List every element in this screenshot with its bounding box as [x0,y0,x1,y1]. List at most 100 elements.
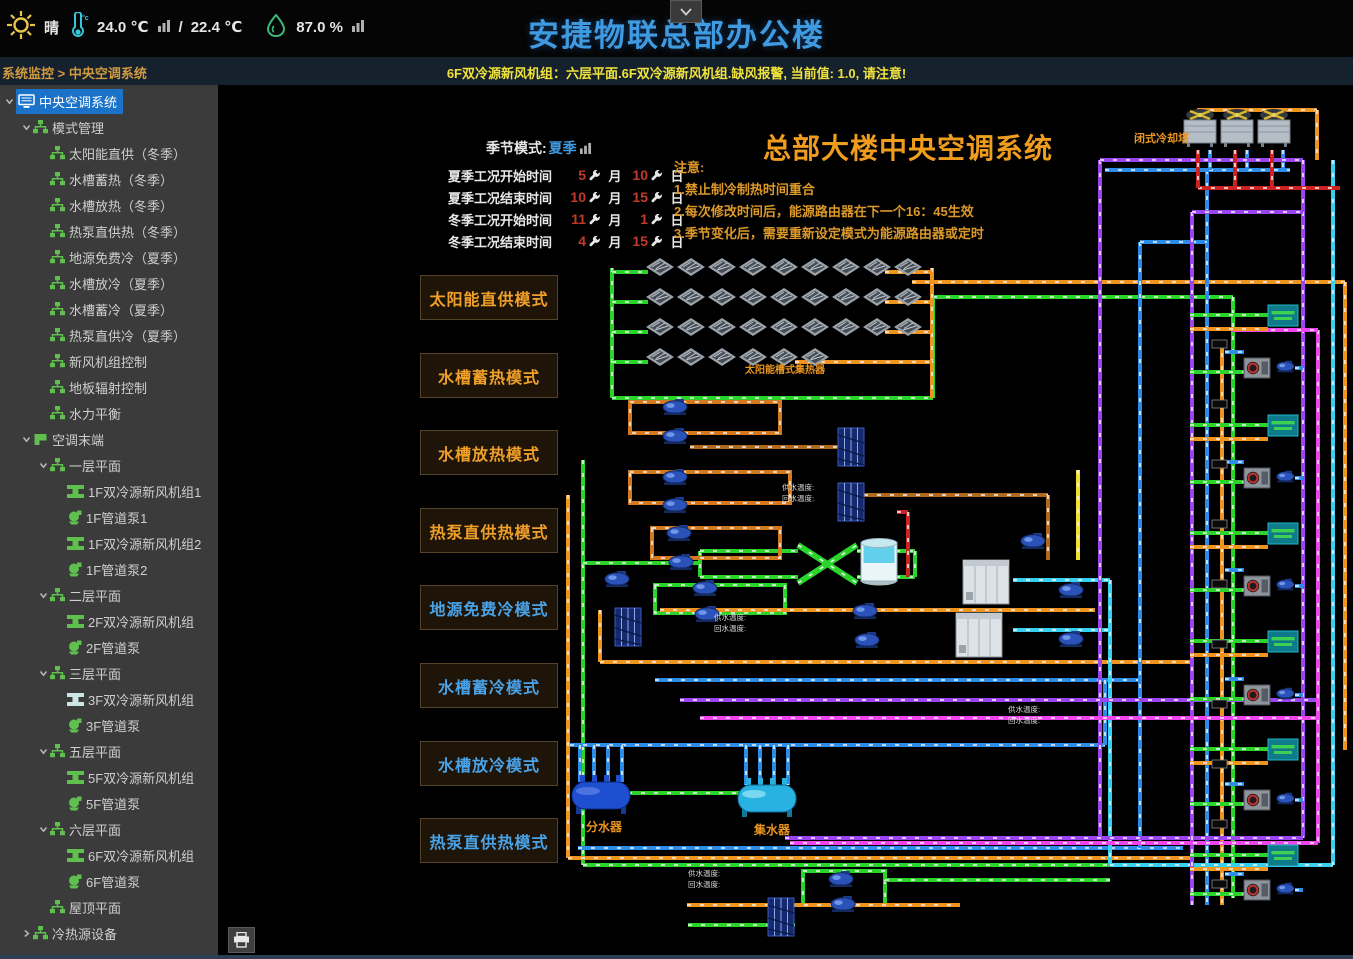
season-row-label: 夏季工况结束时间 [448,188,566,207]
device-tree-sidebar: 中央空调系统模式管理太阳能直供（冬季）水槽蓄热（冬季）水槽放热（冬季）热泵直供热… [0,85,218,959]
flag-icon [33,433,48,446]
tree-item-label: 3F管道泵 [86,716,140,735]
tree-item[interactable]: 6F管道泵 [0,868,218,894]
tree-item[interactable]: 屋顶平面 [0,894,218,920]
day-value: 15 [628,233,648,249]
tree-item-label: 2F双冷源新风机组 [88,612,194,631]
mode-button[interactable]: 水槽放冷模式 [420,741,558,786]
chevron-down-icon[interactable] [37,825,50,834]
tree-item[interactable]: 水槽蓄热（冬季） [0,166,218,192]
pump-icon [67,796,82,811]
tree-item[interactable]: 水槽放冷（夏季） [0,270,218,296]
tree-item[interactable]: 热泵直供冷（夏季） [0,322,218,348]
tree-item[interactable]: 3F双冷源新风机组 [0,686,218,712]
pump [1277,688,1294,700]
tree-item[interactable]: 中央空调系统 [0,88,218,114]
print-button[interactable] [228,927,255,953]
fahu [1244,358,1270,378]
mode-button[interactable]: 水槽放热模式 [420,430,558,475]
tree-item[interactable]: 三层平面 [0,660,218,686]
wrench-icon[interactable] [588,191,602,204]
mode-button[interactable]: 地源免费冷模式 [420,585,558,630]
wrench-icon[interactable] [650,235,664,248]
tree-item[interactable]: 一层平面 [0,452,218,478]
sc [677,288,705,306]
tree-item[interactable]: 冷热源设备 [0,920,218,946]
bar-chart-icon[interactable] [579,142,592,154]
tree-item[interactable]: 地源免费冷（夏季） [0,244,218,270]
mode-button[interactable]: 水槽蓄冷模式 [420,663,558,708]
pump-icon [67,510,82,525]
tree-item[interactable]: 1F管道泵2 [0,556,218,582]
plate-heat-exchanger [768,898,794,936]
tree-item[interactable]: 5F管道泵 [0,790,218,816]
day-value: 15 [628,189,648,205]
fahu [1244,685,1270,705]
sc [832,258,860,276]
tree-item[interactable]: 3F管道泵 [0,712,218,738]
tree-item[interactable]: 水槽放热（冬季） [0,192,218,218]
pump [663,497,687,513]
fcoil [1268,523,1298,544]
sc [832,318,860,336]
pipe-tag [1212,760,1227,768]
org-icon [50,302,65,316]
distributor-label: 分水器 [586,819,623,834]
tree-item-label: 五层平面 [69,742,121,761]
tree-item[interactable]: 地板辐射控制 [0,374,218,400]
wrench-icon[interactable] [650,191,664,204]
tree-item-label: 三层平面 [69,664,121,683]
wrench-icon[interactable] [588,213,602,226]
tree-item[interactable]: 新风机组控制 [0,348,218,374]
printer-icon [233,932,250,948]
tree-item[interactable]: 2F双冷源新风机组 [0,608,218,634]
tree-item[interactable]: 1F双冷源新风机组2 [0,530,218,556]
wrench-icon[interactable] [650,169,664,182]
chevron-down-icon[interactable] [3,97,16,106]
wrench-icon[interactable] [588,235,602,248]
fcoil [1268,415,1298,436]
tree-item[interactable]: 空调末端 [0,426,218,452]
chevron-down-icon[interactable] [37,591,50,600]
tree-item[interactable]: 水槽蓄冷（夏季） [0,296,218,322]
mode-button[interactable]: 太阳能直供模式 [420,275,558,320]
chevron-down-icon[interactable] [20,123,33,132]
tree-item[interactable]: 太阳能直供（冬季） [0,140,218,166]
chevron-down-icon [680,3,692,21]
supply-temp-label: 供水温度: [714,612,746,622]
pump [1059,631,1083,647]
chevron-right-icon[interactable] [20,929,33,938]
tree-item-label: 1F管道泵2 [86,560,147,579]
wrench-icon[interactable] [650,213,664,226]
sc [770,288,798,306]
mode-button[interactable]: 水槽蓄热模式 [420,353,558,398]
chevron-down-icon[interactable] [20,435,33,444]
tree-item[interactable]: 6F双冷源新风机组 [0,842,218,868]
cooling-tower [1258,109,1290,147]
tree-item[interactable]: 水力平衡 [0,400,218,426]
chevron-down-icon[interactable] [37,747,50,756]
tree-item[interactable]: 2F管道泵 [0,634,218,660]
day-value: 10 [628,167,648,183]
collapse-header-button[interactable] [670,0,702,23]
tree-item[interactable]: 1F管道泵1 [0,504,218,530]
mode-button[interactable]: 热泵直供热模式 [420,818,558,863]
chevron-down-icon[interactable] [37,669,50,678]
breadcrumb[interactable]: 系统监控 > 中央空调系统 [2,63,147,82]
supply-temp-label: 供水温度: [782,482,814,492]
org-icon [50,380,65,394]
tree-item[interactable]: 二层平面 [0,582,218,608]
mode-button[interactable]: 热泵直供热模式 [420,508,558,553]
tree-item[interactable]: 六层平面 [0,816,218,842]
tree-item[interactable]: 模式管理 [0,114,218,140]
tree-item[interactable]: 5F双冷源新风机组 [0,764,218,790]
tree-item[interactable]: 五层平面 [0,738,218,764]
chevron-down-icon[interactable] [37,461,50,470]
solar-collector-label: 太阳能槽式集热器 [744,363,826,376]
wrench-icon[interactable] [588,169,602,182]
sc [739,348,767,366]
sc [801,318,829,336]
tree-item[interactable]: 热泵直供热（冬季） [0,218,218,244]
tree-item[interactable]: 1F双冷源新风机组1 [0,478,218,504]
pump [693,580,717,596]
